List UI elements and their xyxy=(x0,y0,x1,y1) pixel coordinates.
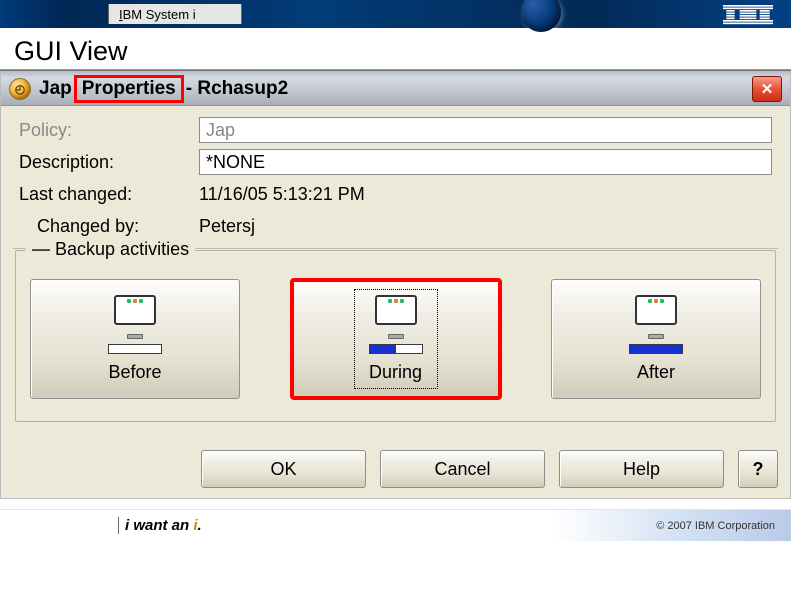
activity-label: After xyxy=(637,362,675,383)
cancel-button[interactable]: Cancel xyxy=(380,450,545,488)
whats-this-button[interactable]: ? xyxy=(738,450,778,488)
close-icon: ✕ xyxy=(761,80,774,98)
title-highlight: Properties xyxy=(74,75,184,103)
changed-by-label: Changed by: xyxy=(19,216,199,237)
activity-during-button[interactable]: During xyxy=(291,279,501,399)
slide-footer: i want an i. © 2007 IBM Corporation xyxy=(0,509,791,541)
form-area: Policy: Description: Last changed: 11/16… xyxy=(1,106,790,246)
computer-icon xyxy=(631,295,681,339)
dialog-button-row: OK Cancel Help ? xyxy=(1,446,790,498)
tagline: i want an i. xyxy=(118,517,202,534)
dialog-title-bar: ◴ Jap Properties - Rchasup2 ✕ xyxy=(1,72,790,106)
slide-top-bar: IBM System i xyxy=(0,0,791,28)
close-button[interactable]: ✕ xyxy=(752,76,782,102)
description-label: Description: xyxy=(19,152,199,173)
ok-button[interactable]: OK xyxy=(201,450,366,488)
page-title-row: GUI View xyxy=(0,28,791,70)
progress-full-icon xyxy=(629,344,683,354)
group-legend: Backup activities xyxy=(32,239,189,259)
product-label-container: IBM System i xyxy=(108,4,242,24)
last-changed-label: Last changed: xyxy=(19,184,199,205)
copyright: © 2007 IBM Corporation xyxy=(656,520,775,532)
page-title: GUI View xyxy=(14,36,777,67)
activity-before-button[interactable]: Before xyxy=(30,279,240,399)
computer-icon xyxy=(371,295,421,339)
ibm-logo-icon xyxy=(723,4,773,26)
last-changed-value: 11/16/05 5:13:21 PM xyxy=(199,184,365,205)
description-input[interactable] xyxy=(199,149,772,175)
properties-dialog: ◴ Jap Properties - Rchasup2 ✕ Policy: De… xyxy=(0,71,791,499)
activity-after-button[interactable]: After xyxy=(551,279,761,399)
progress-half-icon xyxy=(369,344,423,354)
computer-icon xyxy=(110,295,160,339)
changed-by-value: Petersj xyxy=(199,216,255,237)
help-button[interactable]: Help xyxy=(559,450,724,488)
policy-label: Policy: xyxy=(19,120,199,141)
activity-label: During xyxy=(369,362,422,383)
compass-icon: ◴ xyxy=(9,78,31,100)
policy-input xyxy=(199,117,772,143)
progress-empty-icon xyxy=(108,344,162,354)
decorative-sphere-icon xyxy=(521,0,561,32)
dialog-title: Jap Properties - Rchasup2 xyxy=(39,75,288,103)
backup-activities-group: Backup activities Before xyxy=(15,250,776,422)
focus-ring: During xyxy=(354,289,438,389)
activity-label: Before xyxy=(108,362,161,383)
product-label: IBM System i xyxy=(119,7,196,22)
